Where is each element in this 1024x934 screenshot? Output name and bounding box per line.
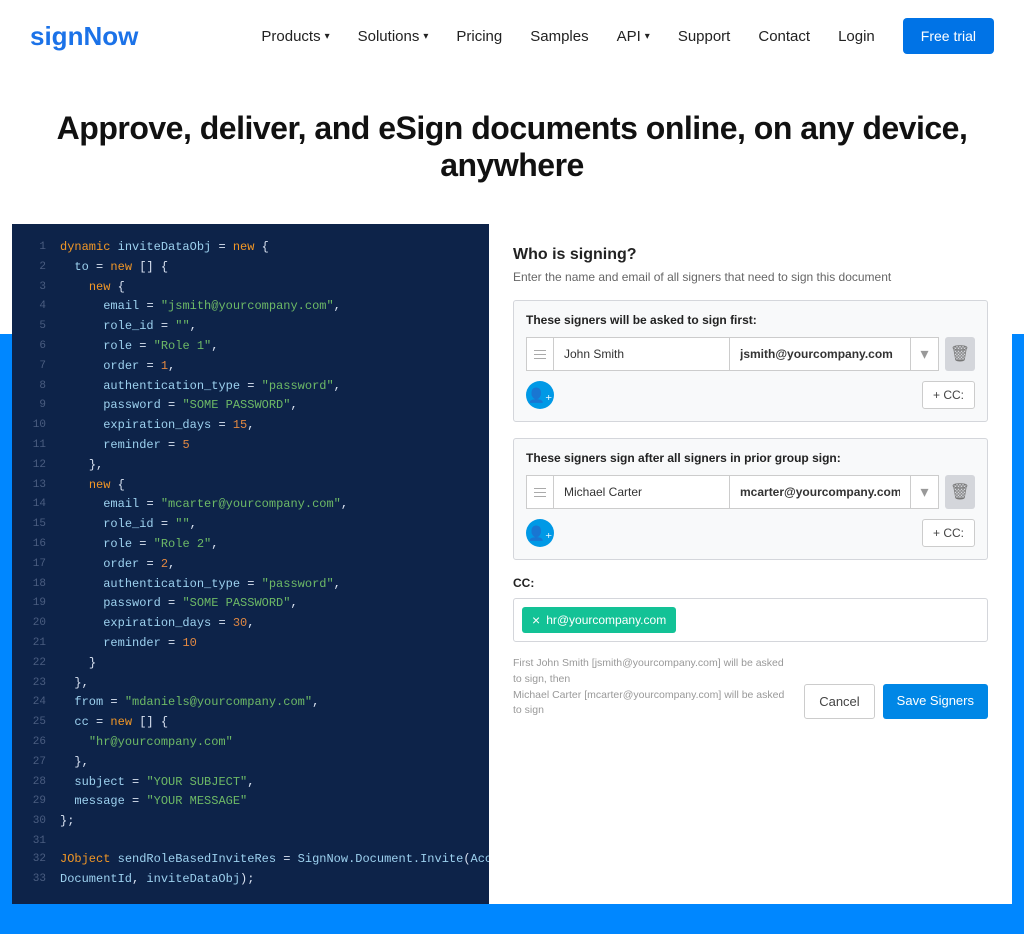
code-line: 11 reminder = 5 [22,436,479,456]
code-line: 14 email = "mcarter@yourcompany.com", [22,495,479,515]
signing-form: Who is signing? Enter the name and email… [489,224,1012,904]
code-line: 25 cc = new [] { [22,713,479,733]
person-plus-icon: 👤₊ [528,525,553,542]
signer-group-1: These signers will be asked to sign firs… [513,300,988,422]
nav-login[interactable]: Login [838,28,875,45]
trash-icon: 🗑 [950,482,970,502]
signer-name-input[interactable] [554,337,730,371]
code-line: 13 new { [22,476,479,496]
signer-group-2: These signers sign after all signers in … [513,438,988,560]
code-line: 9 password = "SOME PASSWORD", [22,396,479,416]
code-line: 22 } [22,654,479,674]
drag-handle[interactable] [526,337,554,371]
page-title: Approve, deliver, and eSign documents on… [20,110,1004,184]
group-label: These signers sign after all signers in … [526,451,975,465]
code-line: 10 expiration_days = 15, [22,416,479,436]
cc-input-box[interactable]: × hr@yourcompany.com [513,598,988,642]
nav-support[interactable]: Support [678,28,731,45]
signer-email-input[interactable] [730,337,911,371]
code-line: 12 }, [22,456,479,476]
nav-products[interactable]: Products▾ [261,28,329,45]
code-line: 30}; [22,812,479,832]
code-line: 28 subject = "YOUR SUBJECT", [22,773,479,793]
code-line: 17 order = 2, [22,555,479,575]
signer-row: ▾ 🗑 [526,475,975,509]
code-line: 1dynamic inviteDataObj = new { [22,238,479,258]
code-line: 4 email = "jsmith@yourcompany.com", [22,297,479,317]
cc-tag-text: hr@yourcompany.com [546,613,666,627]
code-line: 23 }, [22,674,479,694]
code-line: 18 authentication_type = "password", [22,575,479,595]
code-line: 27 }, [22,753,479,773]
delete-signer-button[interactable]: 🗑 [945,475,975,509]
save-signers-button[interactable]: Save Signers [883,684,988,719]
hamburger-icon [534,350,546,359]
code-line: 2 to = new [] { [22,258,479,278]
form-title: Who is signing? [513,246,988,264]
code-line: 29 message = "YOUR MESSAGE" [22,792,479,812]
code-line: 7 order = 1, [22,357,479,377]
nav-pricing[interactable]: Pricing [456,28,502,45]
chevron-down-icon: ▾ [325,31,330,42]
drag-handle[interactable] [526,475,554,509]
code-snippet: 1dynamic inviteDataObj = new {2 to = new… [12,224,489,904]
code-line: 26 "hr@yourcompany.com" [22,733,479,753]
chevron-down-icon: ▾ [423,31,428,42]
code-line: 24 from = "mdaniels@yourcompany.com", [22,693,479,713]
group-label: These signers will be asked to sign firs… [526,313,975,327]
signer-email-input[interactable] [730,475,911,509]
signing-order-note: First John Smith [jsmith@yourcompany.com… [513,656,792,719]
add-signer-button[interactable]: 👤₊ [526,519,554,547]
nav-menu: Products▾ Solutions▾ Pricing Samples API… [261,18,994,54]
code-line: 20 expiration_days = 30, [22,614,479,634]
signer-options-dropdown[interactable]: ▾ [911,337,939,371]
code-line: 15 role_id = "", [22,515,479,535]
code-line: 3 new { [22,278,479,298]
form-subtitle: Enter the name and email of all signers … [513,270,988,284]
trash-icon: 🗑 [950,344,970,364]
code-line: 19 password = "SOME PASSWORD", [22,594,479,614]
hamburger-icon [534,488,546,497]
signer-row: ▾ 🗑 [526,337,975,371]
signer-name-input[interactable] [554,475,730,509]
nav-contact[interactable]: Contact [758,28,810,45]
chevron-down-icon: ▾ [920,344,928,364]
logo[interactable]: signNow [30,21,138,52]
code-line: 8 authentication_type = "password", [22,377,479,397]
delete-signer-button[interactable]: 🗑 [945,337,975,371]
code-line: 32JObject sendRoleBasedInviteRes = SignN… [22,850,479,870]
chevron-down-icon: ▾ [920,482,928,502]
add-cc-button[interactable]: + CC: [922,381,975,409]
remove-cc-icon[interactable]: × [532,612,540,628]
code-line: 21 reminder = 10 [22,634,479,654]
cancel-button[interactable]: Cancel [804,684,874,719]
person-plus-icon: 👤₊ [528,387,553,404]
code-line: 33DocumentId, inviteDataObj); [22,870,479,890]
code-line: 31 [22,832,479,850]
add-signer-button[interactable]: 👤₊ [526,381,554,409]
nav-samples[interactable]: Samples [530,28,588,45]
signer-options-dropdown[interactable]: ▾ [911,475,939,509]
cc-label: CC: [513,576,988,590]
nav-api[interactable]: API▾ [617,28,650,45]
add-cc-button[interactable]: + CC: [922,519,975,547]
nav-solutions[interactable]: Solutions▾ [358,28,429,45]
cc-tag: × hr@yourcompany.com [522,607,676,633]
code-line: 5 role_id = "", [22,317,479,337]
chevron-down-icon: ▾ [645,31,650,42]
code-line: 6 role = "Role 1", [22,337,479,357]
free-trial-button[interactable]: Free trial [903,18,994,54]
code-line: 16 role = "Role 2", [22,535,479,555]
top-nav: signNow Products▾ Solutions▾ Pricing Sam… [0,0,1024,72]
cc-section: CC: × hr@yourcompany.com [513,576,988,642]
